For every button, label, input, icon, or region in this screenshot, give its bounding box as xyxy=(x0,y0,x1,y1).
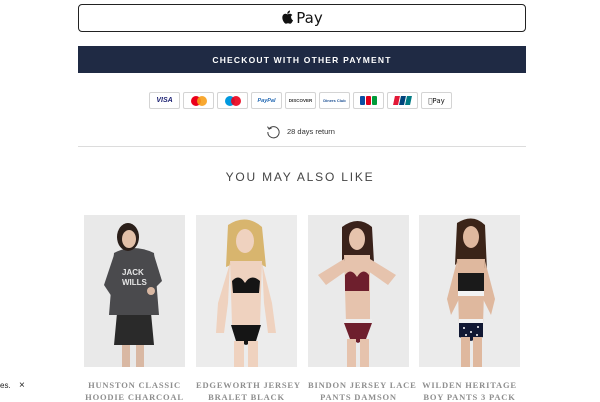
payment-methods-row: VISA PayPal DISCOVER Diners Club Pay xyxy=(149,92,452,109)
paypal-icon: PayPal xyxy=(251,92,282,109)
product-name[interactable]: EDGEWORTH JERSEY BRALET BLACK xyxy=(196,379,300,402)
return-arrow-icon xyxy=(267,126,280,139)
returns-label: 28 days return xyxy=(287,127,335,136)
product-name[interactable]: WILDEN HERITAGE BOY PANTS 3 PACK xyxy=(419,379,520,402)
divider xyxy=(78,146,526,147)
product-name[interactable]: BINDON JERSEY LACE PANTS DAMSON xyxy=(308,379,416,402)
jcb-icon xyxy=(353,92,384,109)
mastercard-icon xyxy=(183,92,214,109)
maestro-icon xyxy=(217,92,248,109)
product-card[interactable]: EDGEWORTH JERSEY BRALET BLACK xyxy=(196,215,300,402)
checkout-button-label: CHECKOUT WITH OTHER PAYMENT xyxy=(212,54,392,65)
cookie-banner-text: es. xyxy=(0,381,11,390)
discover-icon: DISCOVER xyxy=(285,92,316,109)
apple-pay-icon: Pay xyxy=(421,92,452,109)
recommendations-title: YOU MAY ALSO LIKE xyxy=(225,170,375,184)
checkout-other-payment-button[interactable]: CHECKOUT WITH OTHER PAYMENT xyxy=(78,46,526,73)
product-image[interactable] xyxy=(419,215,520,367)
visa-icon: VISA xyxy=(149,92,180,109)
product-card[interactable]: JACK WILLS HUNSTON CLASSIC HOODIE CHARCO… xyxy=(84,215,185,402)
product-image[interactable] xyxy=(308,215,409,367)
product-name[interactable]: HUNSTON CLASSIC HOODIE CHARCOAL xyxy=(84,379,185,402)
product-image[interactable] xyxy=(196,215,297,367)
apple-icon xyxy=(282,10,294,24)
product-image[interactable]: JACK WILLS xyxy=(84,215,185,367)
svg-text:JACK: JACK xyxy=(122,268,144,277)
product-card[interactable]: WILDEN HERITAGE BOY PANTS 3 PACK xyxy=(419,215,520,402)
returns-info: 28 days return xyxy=(266,124,335,139)
diners-club-icon: Diners Club xyxy=(319,92,350,109)
apple-pay-label: Pay xyxy=(296,9,323,27)
product-card[interactable]: BINDON JERSEY LACE PANTS DAMSON xyxy=(308,215,416,402)
svg-text:WILLS: WILLS xyxy=(122,278,148,287)
apple-pay-button[interactable]: Pay xyxy=(78,4,526,32)
unionpay-icon xyxy=(387,92,418,109)
close-icon[interactable]: × xyxy=(19,380,25,391)
